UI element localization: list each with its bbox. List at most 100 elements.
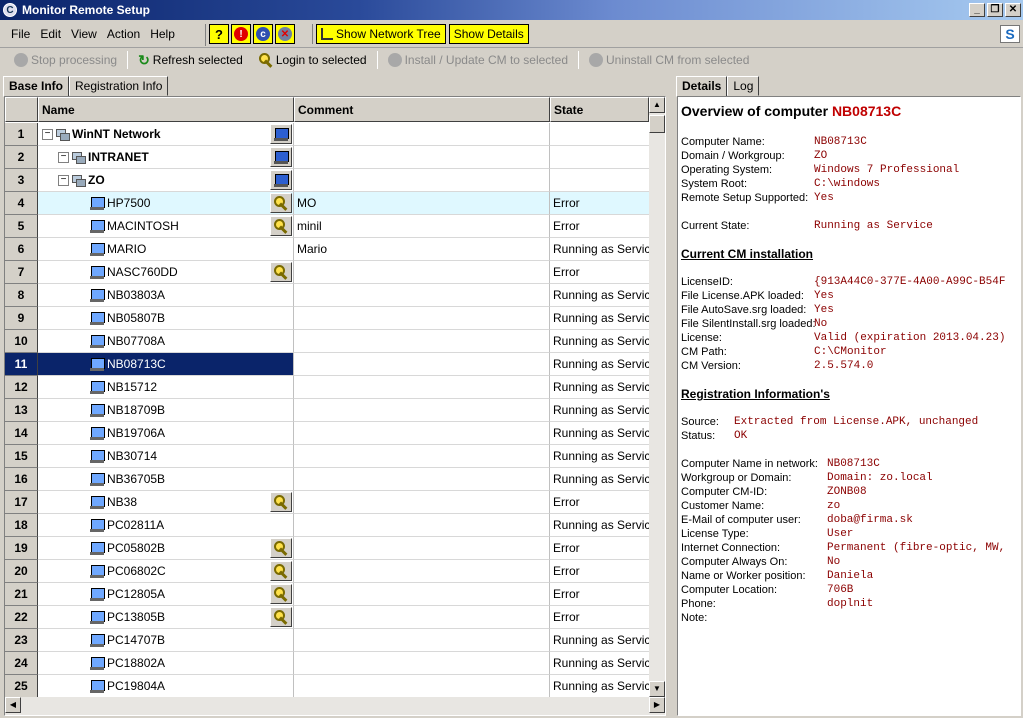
name-cell[interactable]: MACINTOSH (38, 215, 294, 238)
table-row[interactable]: 5 MACINTOSH minil Error (5, 215, 649, 238)
row-number[interactable]: 11 (5, 353, 38, 376)
row-number[interactable]: 13 (5, 399, 38, 422)
state-cell[interactable]: Running as Service (550, 514, 649, 537)
state-cell[interactable]: Error (550, 583, 649, 606)
row-number[interactable]: 17 (5, 491, 38, 514)
row-number[interactable]: 7 (5, 261, 38, 284)
menu-help[interactable]: Help (145, 25, 180, 43)
name-cell[interactable]: − INTRANET (38, 146, 294, 169)
name-cell[interactable]: NASC760DD (38, 261, 294, 284)
name-cell[interactable]: NB18709B (38, 399, 294, 422)
name-cell[interactable]: NB08713C (38, 353, 294, 376)
name-cell[interactable]: PC12805A (38, 583, 294, 606)
state-cell[interactable]: Running as Service (550, 307, 649, 330)
login-button[interactable] (270, 262, 292, 282)
state-cell[interactable]: Error (550, 491, 649, 514)
row-number[interactable]: 6 (5, 238, 38, 261)
collapse-toggle[interactable]: − (58, 175, 69, 186)
app-icon[interactable]: C (3, 3, 17, 17)
state-cell[interactable]: Error (550, 537, 649, 560)
table-row[interactable]: 20 PC06802C Error (5, 560, 649, 583)
login-to-selected-button[interactable]: Login to selected (253, 53, 373, 67)
row-number[interactable]: 10 (5, 330, 38, 353)
state-cell[interactable] (550, 146, 649, 169)
collapse-toggle[interactable]: − (42, 129, 53, 140)
tab-log[interactable]: Log (727, 76, 760, 96)
refresh-selected-button[interactable]: ↻ Refresh selected (132, 52, 249, 69)
row-number[interactable]: 16 (5, 468, 38, 491)
tab-base-info[interactable]: Base Info (3, 76, 70, 97)
scroll-down-button[interactable]: ▼ (649, 681, 665, 697)
login-button[interactable] (270, 216, 292, 236)
state-cell[interactable]: Running as Service (550, 376, 649, 399)
maximize-button[interactable]: ❐ (987, 3, 1003, 17)
state-cell[interactable]: Error (550, 192, 649, 215)
comment-cell[interactable] (294, 629, 550, 652)
name-cell[interactable]: PC02811A (38, 514, 294, 537)
row-number[interactable]: 1 (5, 123, 38, 146)
login-button[interactable] (270, 561, 292, 581)
name-cell[interactable]: PC05802B (38, 537, 294, 560)
row-number[interactable]: 21 (5, 583, 38, 606)
install-cm-button[interactable]: Install / Update CM to selected (382, 53, 574, 67)
table-row[interactable]: 9 NB05807B Running as Service (5, 307, 649, 330)
name-cell[interactable]: PC06802C (38, 560, 294, 583)
row-number[interactable]: 4 (5, 192, 38, 215)
column-header-comment[interactable]: Comment (294, 97, 550, 122)
scroll-right-button[interactable]: ▶ (649, 697, 665, 713)
table-row[interactable]: 25 PC19804A Running as Service (5, 675, 649, 697)
login-button[interactable] (270, 584, 292, 604)
table-row[interactable]: 8 NB03803A Running as Service (5, 284, 649, 307)
cm-button[interactable]: c (253, 24, 273, 44)
comment-cell[interactable] (294, 445, 550, 468)
table-row[interactable]: 2 − INTRANET (5, 146, 649, 169)
state-cell[interactable]: Error (550, 560, 649, 583)
row-number[interactable]: 8 (5, 284, 38, 307)
help-button[interactable]: ? (209, 24, 229, 44)
comment-cell[interactable]: MO (294, 192, 550, 215)
comment-cell[interactable] (294, 307, 550, 330)
row-number[interactable]: 14 (5, 422, 38, 445)
comment-cell[interactable] (294, 261, 550, 284)
tab-details[interactable]: Details (676, 76, 728, 97)
comment-cell[interactable] (294, 514, 550, 537)
comment-cell[interactable] (294, 353, 550, 376)
table-row[interactable]: 16 NB36705B Running as Service (5, 468, 649, 491)
name-cell[interactable]: NB30714 (38, 445, 294, 468)
state-cell[interactable]: Running as Service (550, 422, 649, 445)
table-row[interactable]: 10 NB07708A Running as Service (5, 330, 649, 353)
login-button[interactable] (270, 492, 292, 512)
comment-cell[interactable] (294, 376, 550, 399)
row-number[interactable]: 23 (5, 629, 38, 652)
state-cell[interactable]: Running as Service (550, 284, 649, 307)
alert-button[interactable]: ! (231, 24, 251, 44)
login-button[interactable] (270, 607, 292, 627)
name-cell[interactable]: MARIO (38, 238, 294, 261)
comment-cell[interactable] (294, 491, 550, 514)
comment-cell[interactable] (294, 652, 550, 675)
column-header-state[interactable]: State (550, 97, 649, 122)
collapse-toggle[interactable]: − (58, 152, 69, 163)
table-row[interactable]: 12 NB15712 Running as Service (5, 376, 649, 399)
state-cell[interactable]: Running as Service (550, 399, 649, 422)
state-cell[interactable]: Running as Service (550, 652, 649, 675)
comment-cell[interactable] (294, 284, 550, 307)
scroll-thumb[interactable] (649, 115, 665, 133)
comment-cell[interactable] (294, 422, 550, 445)
row-number[interactable]: 15 (5, 445, 38, 468)
table-row[interactable]: 13 NB18709B Running as Service (5, 399, 649, 422)
row-number[interactable]: 12 (5, 376, 38, 399)
row-number[interactable]: 19 (5, 537, 38, 560)
state-cell[interactable]: Running as Service (550, 468, 649, 491)
state-cell[interactable] (550, 123, 649, 146)
tab-registration-info[interactable]: Registration Info (69, 76, 169, 96)
table-row[interactable]: 14 NB19706A Running as Service (5, 422, 649, 445)
state-cell[interactable]: Running as Service (550, 238, 649, 261)
login-button[interactable] (270, 193, 292, 213)
name-cell[interactable]: PC18802A (38, 652, 294, 675)
row-number[interactable]: 5 (5, 215, 38, 238)
name-cell[interactable]: PC13805B (38, 606, 294, 629)
table-row[interactable]: 22 PC13805B Error (5, 606, 649, 629)
menu-view[interactable]: View (66, 25, 102, 43)
state-cell[interactable]: Running as Service (550, 445, 649, 468)
